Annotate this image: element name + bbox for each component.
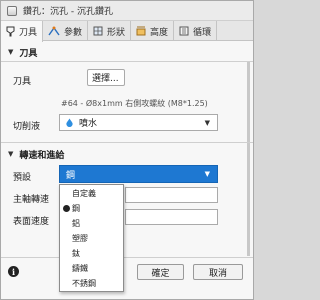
feed-section-header[interactable]: ▼ 轉速和進給 [1, 146, 253, 162]
tab-heights[interactable]: 高度 [131, 21, 175, 41]
preset-label: 預設 [13, 173, 32, 183]
preset-option[interactable]: 不銹鋼 [60, 277, 123, 290]
title-bar: 鑽孔：沉孔 - 沉孔鑽孔 [1, 1, 253, 21]
preset-option[interactable]: 鋁 [60, 217, 123, 230]
collapse-triangle-icon: ▼ [8, 150, 14, 158]
tab-label: 形狀 [107, 27, 126, 38]
divider [1, 142, 253, 143]
section-title: 刀具 [19, 48, 38, 59]
chevron-down-icon: ▼ [204, 170, 210, 178]
preset-select[interactable]: 鋼 ▼ [59, 165, 218, 183]
cycle-icon [179, 26, 189, 36]
section-title: 轉速和進給 [19, 150, 65, 161]
spindle-speed-label: 主軸轉速 [13, 195, 50, 205]
divider [1, 61, 253, 62]
tab-label: 循環 [193, 27, 212, 38]
tool-label: 刀具 [13, 77, 32, 87]
preset-value: 鋼 [66, 170, 76, 181]
tab-label: 參數 [64, 27, 83, 38]
ok-button[interactable]: 確定 [137, 264, 184, 280]
geometry-icon [93, 26, 103, 36]
tab-tool[interactable]: 刀具 [1, 21, 44, 42]
tab-label: 高度 [150, 27, 169, 38]
chevron-down-icon: ▼ [204, 119, 210, 127]
preset-option[interactable]: 自定義 [60, 187, 123, 200]
coolant-value: 噴水 [79, 119, 98, 129]
divider [1, 257, 253, 258]
tab-geometry[interactable]: 形狀 [88, 21, 132, 41]
surface-speed-input[interactable] [125, 209, 218, 225]
tool-section-header[interactable]: ▼ 刀具 [1, 44, 253, 60]
preset-option[interactable]: 塑膠 [60, 232, 123, 245]
preset-option-selected[interactable]: 鋼 [60, 202, 123, 215]
tool-description: #64 - Ø8x1mm 右側攻螺紋 (M8*1.25) [61, 99, 208, 108]
preset-dropdown-list: 自定義 鋼 鋁 塑膠 鈦 鑄鐵 不銹鋼 [59, 184, 124, 292]
water-drop-icon [66, 118, 73, 127]
tab-bar: 刀具 參數 形狀 高度 循環 [1, 21, 253, 42]
heights-icon [136, 26, 146, 36]
app-icon [7, 5, 17, 16]
radio-selected-icon [63, 205, 70, 212]
collapse-triangle-icon: ▼ [8, 48, 14, 56]
coolant-select[interactable]: 噴水 ▼ [59, 114, 218, 131]
tab-label: 刀具 [19, 28, 38, 38]
preset-option[interactable]: 鈦 [60, 247, 123, 260]
tab-parameters[interactable]: 參數 [43, 21, 89, 41]
tab-cycle[interactable]: 循環 [174, 21, 218, 41]
window-title: 鑽孔：沉孔 - 沉孔鑽孔 [23, 7, 113, 17]
parameters-icon [48, 26, 60, 36]
dialog-window: 鑽孔：沉孔 - 沉孔鑽孔 刀具 參數 形狀 高度 循環 ▼ 刀具 刀具 選擇..… [0, 0, 254, 300]
spindle-speed-input[interactable] [125, 187, 218, 203]
surface-speed-label: 表面速度 [13, 217, 50, 227]
cancel-button[interactable]: 取消 [193, 264, 243, 280]
select-tool-button[interactable]: 選擇... [87, 69, 125, 86]
coolant-label: 切削液 [13, 122, 41, 132]
preset-option[interactable]: 鑄鐵 [60, 262, 123, 275]
tool-icon [6, 26, 15, 37]
info-icon[interactable]: i [8, 266, 19, 277]
